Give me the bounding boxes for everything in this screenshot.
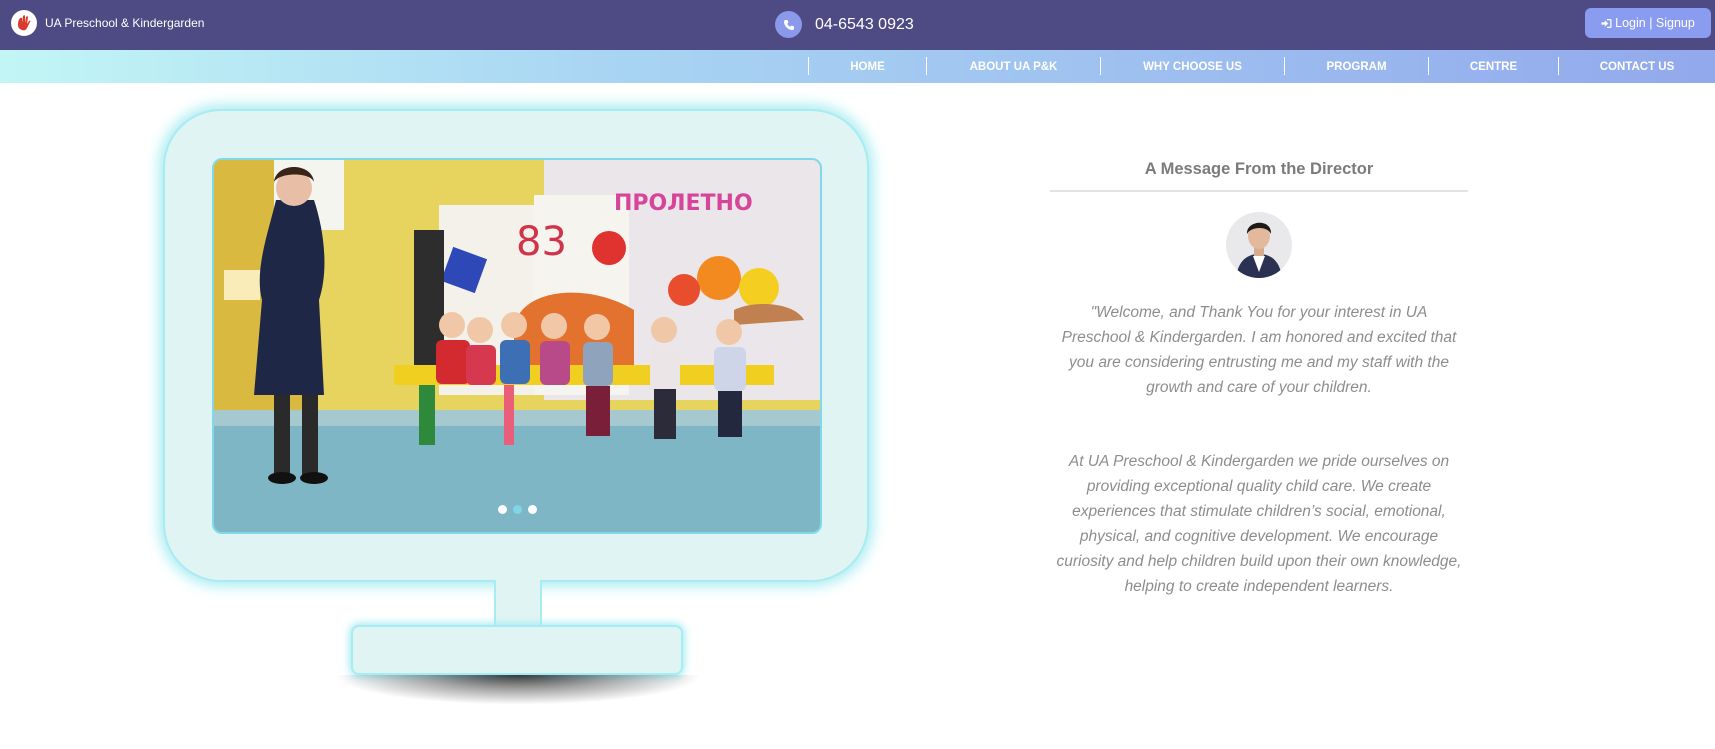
director-avatar: [1226, 212, 1292, 278]
login-label: Login | Signup: [1615, 16, 1695, 30]
classroom-letters: ПРОЛЕТНО: [614, 191, 753, 216]
slider-dot-3[interactable]: [527, 505, 537, 514]
nav-item-home[interactable]: HOME: [809, 50, 926, 83]
director-paragraph-1: "Welcome, and Thank You for your interes…: [1061, 304, 1457, 396]
nav-item-why-choose-us[interactable]: WHY CHOOSE US: [1101, 50, 1284, 83]
title-divider: [1050, 190, 1468, 192]
nav-item-contact-us[interactable]: CONTACT US: [1559, 50, 1715, 83]
slider-dot-2[interactable]: [512, 505, 522, 514]
hand-logo-icon: [11, 10, 37, 36]
image-slider[interactable]: 83 ПРОЛЕТНО: [212, 158, 822, 534]
nav-item-about[interactable]: ABOUT UA P&K: [927, 50, 1100, 83]
top-bar: UA Preschool & Kindergarden 04-6543 0923…: [0, 0, 1715, 50]
director-message: A Message From the Director "Welcome, an…: [1050, 160, 1468, 599]
monitor-neck: [494, 580, 542, 630]
director-title: A Message From the Director: [1144, 160, 1374, 178]
phone-icon: [775, 11, 802, 38]
director-paragraph-2: At UA Preschool & Kindergarden we pride …: [1056, 453, 1462, 595]
monitor-base: [351, 625, 683, 675]
brand-name: UA Preschool & Kindergarden: [45, 16, 205, 30]
monitor-shadow: [333, 675, 703, 705]
brand[interactable]: UA Preschool & Kindergarden: [11, 10, 204, 36]
nav-item-program[interactable]: PROGRAM: [1285, 50, 1428, 83]
classroom-photo: 83 ПРОЛЕТНО: [214, 160, 820, 532]
sign-in-icon: [1601, 18, 1612, 29]
slider-dots: [214, 505, 820, 514]
slider-dot-1[interactable]: [497, 505, 507, 514]
login-signup-button[interactable]: Login | Signup: [1585, 8, 1711, 38]
main-nav: HOME ABOUT UA P&K WHY CHOOSE US PROGRAM …: [0, 50, 1715, 83]
phone-contact[interactable]: 04-6543 0923: [775, 11, 914, 38]
phone-number: 04-6543 0923: [815, 15, 914, 33]
nav-item-centre[interactable]: CENTRE: [1429, 50, 1558, 83]
classroom-number: 83: [516, 219, 567, 265]
